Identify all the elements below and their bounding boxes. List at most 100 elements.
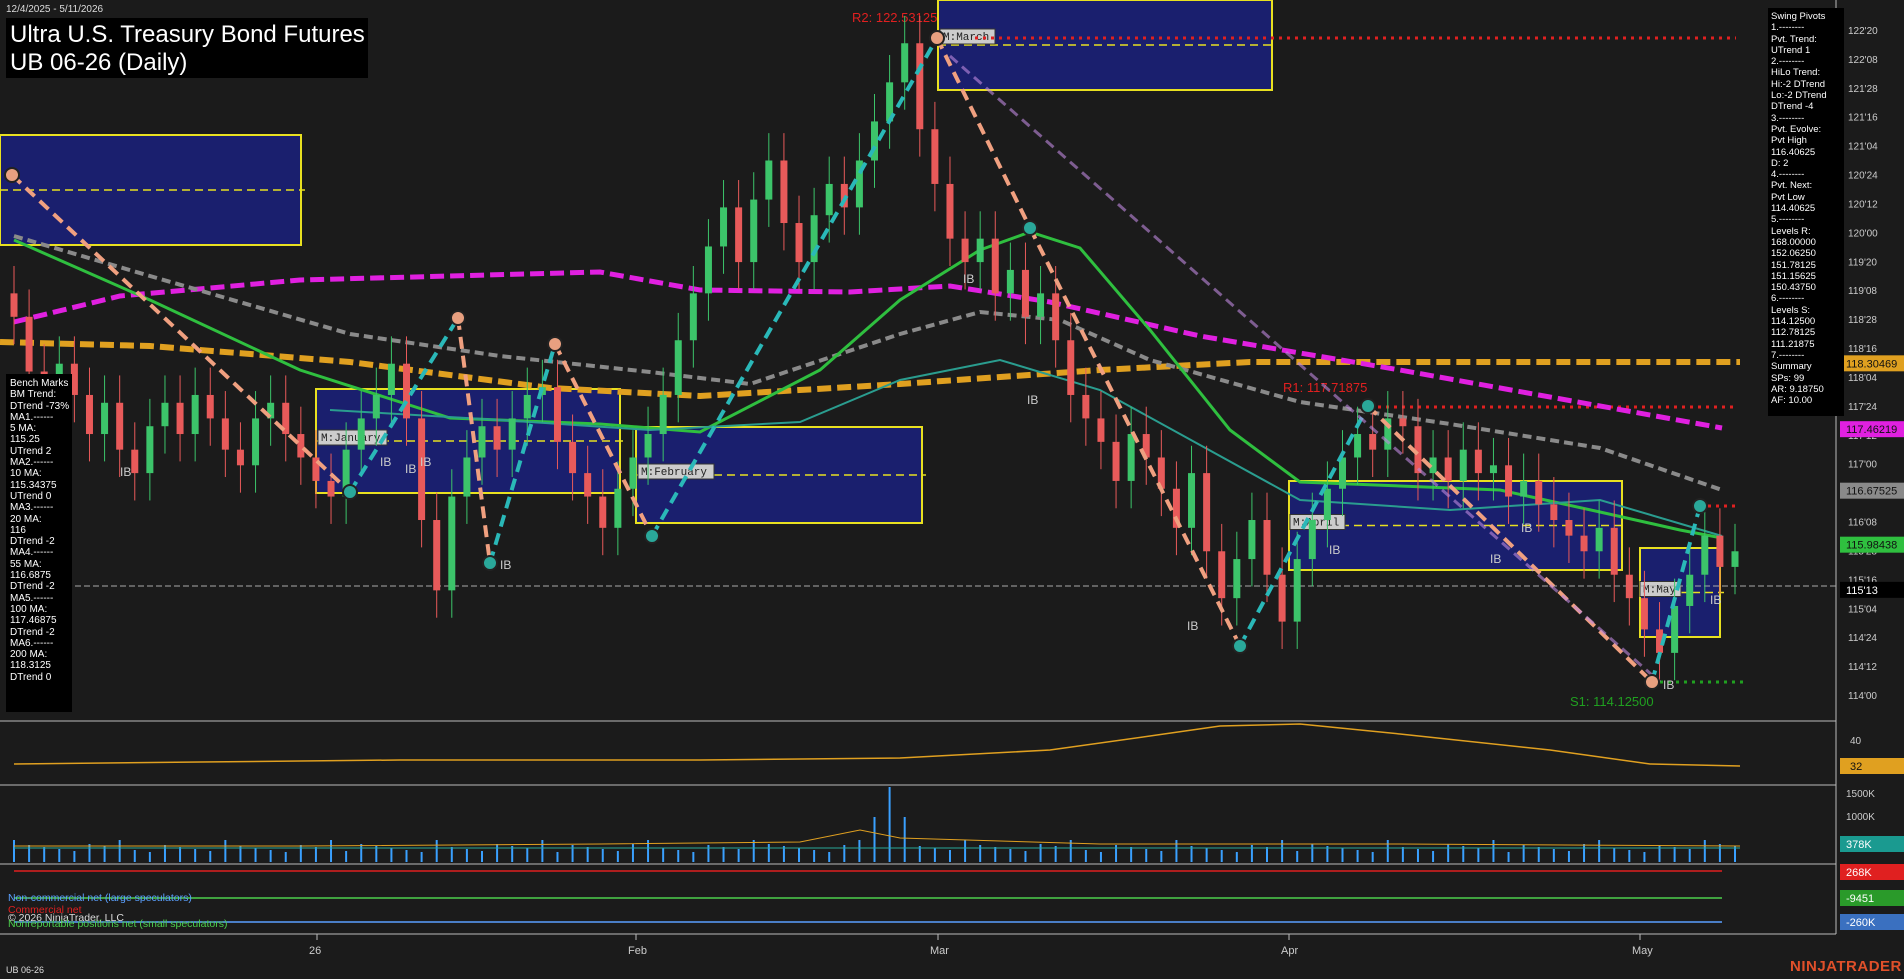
- osc-last-label: 32: [1850, 761, 1862, 773]
- vol-tick-0: 1500K: [1846, 789, 1875, 800]
- candle-body-112: [1701, 535, 1709, 575]
- candle-body-1: [25, 316, 33, 372]
- price-tick-17: 116'08: [1848, 518, 1877, 529]
- candle-body-6: [101, 402, 109, 435]
- candle-body-96: [1459, 449, 1467, 481]
- r2-label: R2: 122.53125: [852, 10, 937, 25]
- price-tick-10: 118'28: [1848, 315, 1877, 326]
- candle-body-52: [795, 223, 803, 263]
- chart-canvas: M:JanuaryM:FebruaryM:MarchM:AprilM:MayR2…: [0, 0, 1904, 957]
- brand-logo: NINJATRADER: [1790, 958, 1902, 975]
- candle-body-105: [1595, 527, 1603, 552]
- candle-body-103: [1565, 520, 1573, 536]
- candle-body-62: [946, 183, 954, 239]
- pivot-marker-2: [450, 310, 466, 326]
- pivot-marker-3: [482, 555, 498, 571]
- candle-body-50: [765, 160, 773, 200]
- candle-body-7: [116, 402, 124, 450]
- candle-body-46: [704, 246, 712, 294]
- candle-body-8: [131, 449, 139, 474]
- price-flag-label-2: 116.67525: [1846, 486, 1897, 498]
- swing-leg-7: [1028, 227, 1242, 647]
- ib-label-11: IB: [1663, 678, 1674, 692]
- ib-label-8: IB: [1329, 543, 1340, 557]
- chart-subtitle: UB 06-26 (Daily): [10, 49, 188, 76]
- price-tick-9: 119'08: [1848, 286, 1877, 297]
- candle-body-47: [720, 207, 728, 247]
- pivot-marker-6: [929, 30, 945, 46]
- candle-body-98: [1489, 465, 1497, 474]
- candle-body-32: [493, 426, 501, 450]
- candle-body-49: [750, 199, 758, 263]
- candle-body-31: [478, 426, 486, 458]
- swing-pivots-panel: Swing Pivots 1.-------- Pvt. Trend: UTre…: [1768, 8, 1844, 416]
- candle-body-27: [418, 418, 426, 521]
- price-tick-20: 115'04: [1848, 604, 1877, 615]
- candle-body-40: [614, 488, 622, 528]
- price-tick-21: 114'24: [1848, 633, 1877, 644]
- candle-body-114: [1731, 551, 1739, 567]
- osc-tick-0: 40: [1850, 736, 1862, 747]
- candle-body-66: [1006, 269, 1014, 294]
- candle-body-10: [161, 402, 169, 427]
- candle-body-79: [1203, 473, 1211, 552]
- candle-body-74: [1127, 434, 1135, 481]
- candle-body-51: [780, 160, 788, 224]
- cot-flag-label-1: -9451: [1846, 893, 1874, 905]
- candle-body-48: [735, 207, 743, 263]
- price-flag-label-1: 117.46219: [1846, 424, 1897, 436]
- candle-body-102: [1550, 504, 1558, 521]
- candle-body-104: [1580, 535, 1588, 552]
- ib-label-5: IB: [963, 272, 974, 286]
- ib-label-9: IB: [1490, 552, 1501, 566]
- ib-label-7: IB: [1187, 619, 1198, 633]
- ib-label-10: IB: [1521, 521, 1532, 535]
- zone-february-label: M:February: [641, 467, 707, 479]
- candle-body-16: [252, 418, 260, 466]
- ma-200-line: [0, 339, 1740, 400]
- candle-body-84: [1278, 574, 1286, 622]
- candle-body-37: [569, 441, 577, 474]
- candle-body-100: [1520, 480, 1528, 497]
- candle-body-73: [1112, 441, 1120, 481]
- cot-flag-label-0: 268K: [1846, 867, 1872, 879]
- candle-body-39: [599, 496, 607, 528]
- x-tick-0: 26: [309, 945, 321, 957]
- candle-body-97: [1474, 449, 1482, 474]
- price-tick-2: 121'28: [1848, 84, 1878, 95]
- volume-ma-line: [14, 829, 1741, 847]
- candle-body-12: [191, 394, 199, 435]
- price-flag-label-4: 115'13: [1846, 585, 1878, 597]
- candle-body-81: [1233, 559, 1241, 599]
- vol-last-label: 378K: [1846, 839, 1872, 851]
- candle-body-63: [961, 238, 969, 263]
- price-tick-8: 119'20: [1848, 257, 1877, 268]
- candle-body-30: [463, 457, 471, 497]
- price-tick-13: 117'24: [1848, 402, 1877, 413]
- legend-nonreportable: Nonreportable positions net (small specu…: [8, 918, 228, 930]
- zone-march-label: M:March: [943, 32, 989, 44]
- candle-body-72: [1097, 418, 1105, 442]
- candle-body-89: [1354, 434, 1362, 458]
- candle-body-65: [991, 238, 999, 294]
- candle-body-5: [85, 394, 93, 435]
- oscillator-line: [13, 723, 1741, 767]
- candle-body-83: [1263, 520, 1271, 575]
- pivot-marker-7: [1022, 220, 1038, 236]
- candle-body-24: [372, 394, 380, 419]
- price-tick-15: 117'00: [1848, 460, 1877, 471]
- candle-body-14: [221, 418, 229, 450]
- candle-body-43: [659, 394, 667, 435]
- ib-label-0: IB: [120, 465, 131, 479]
- pivot-marker-9: [1360, 398, 1376, 414]
- candle-body-69: [1052, 293, 1060, 341]
- candle-body-70: [1067, 340, 1075, 395]
- candle-body-107: [1625, 574, 1633, 599]
- cot-flag-label-2: -260K: [1846, 917, 1876, 929]
- candle-body-45: [689, 293, 697, 341]
- ib-label-3: IB: [420, 455, 431, 469]
- candle-body-61: [931, 129, 939, 184]
- candle-body-64: [976, 238, 984, 263]
- chart-title: Ultra U.S. Treasury Bond Futures: [10, 21, 365, 48]
- candle-body-82: [1248, 520, 1256, 560]
